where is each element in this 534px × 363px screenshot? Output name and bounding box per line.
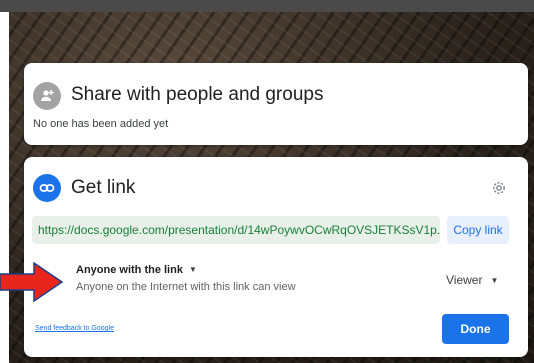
top-bar: [0, 0, 534, 12]
share-empty-message: No one has been added yet: [33, 118, 169, 130]
access-label: Anyone with the link: [76, 264, 183, 276]
role-value: Viewer: [446, 273, 483, 287]
share-title: Share with people and groups: [71, 84, 324, 105]
get-link-card: Get link https://docs.google.com/present…: [24, 157, 528, 357]
link-url-field[interactable]: https://docs.google.com/presentation/d/1…: [32, 216, 440, 244]
caret-down-icon: ▼: [490, 276, 499, 285]
role-dropdown[interactable]: Viewer ▼: [446, 273, 498, 287]
send-feedback-link[interactable]: Send feedback to Google: [35, 325, 114, 332]
add-person-icon: [33, 82, 61, 110]
link-icon: [33, 174, 61, 202]
access-dropdown[interactable]: Anyone with the link ▼: [76, 264, 296, 276]
red-arrow-icon: [0, 262, 64, 302]
get-link-title: Get link: [71, 177, 136, 198]
share-people-card: Share with people and groups No one has …: [24, 63, 528, 145]
screen: Share with people and groups No one has …: [0, 0, 534, 363]
access-description: Anyone on the Internet with this link ca…: [76, 281, 296, 293]
link-access-setting: Anyone with the link ▼ Anyone on the Inte…: [76, 264, 296, 293]
gear-icon[interactable]: [490, 179, 508, 197]
caret-down-icon: ▼: [188, 265, 197, 274]
done-button[interactable]: Done: [442, 314, 509, 344]
copy-link-button[interactable]: Copy link: [447, 216, 509, 244]
